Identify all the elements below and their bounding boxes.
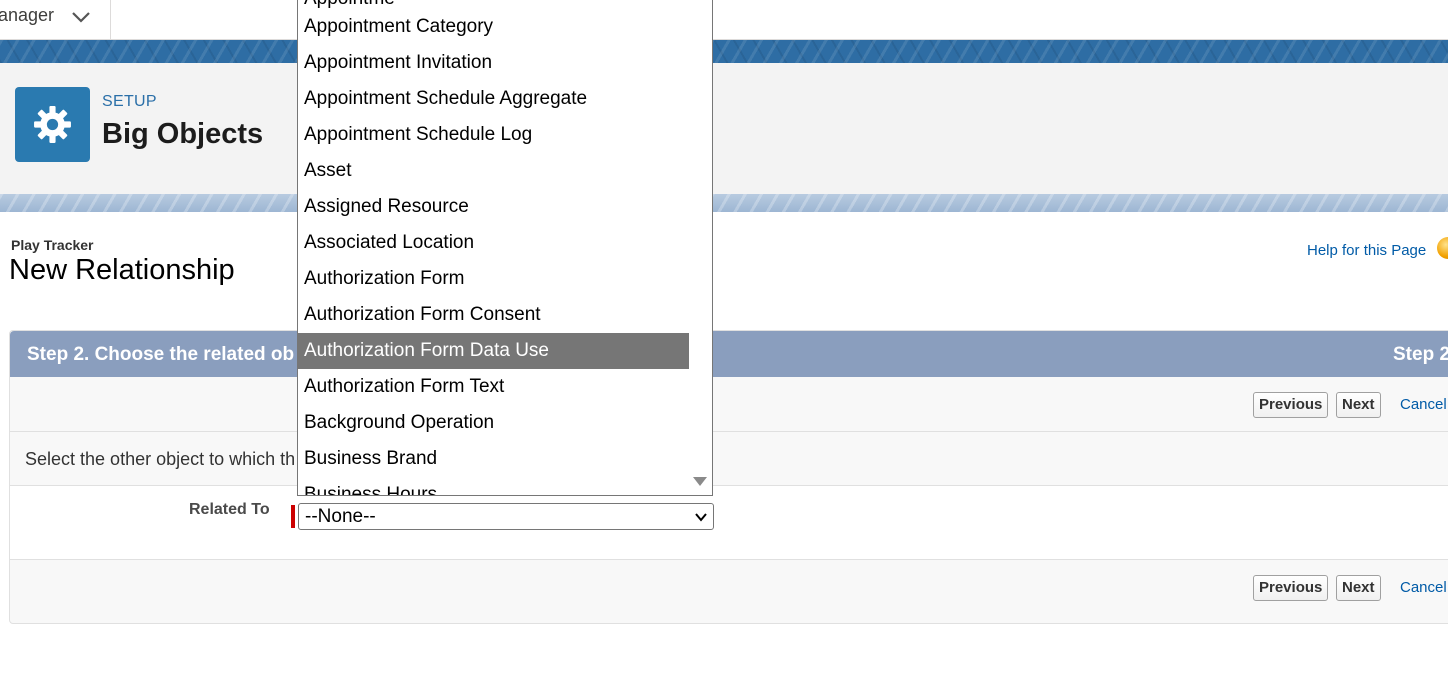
chevron-down-icon[interactable] <box>70 6 92 28</box>
top-nav: anager <box>0 0 1448 40</box>
cancel-link-bottom[interactable]: Cancel <box>1400 579 1447 596</box>
related-to-dropdown-list[interactable]: Appointme Appointment Category Appointme… <box>297 0 713 496</box>
select-value: --None-- <box>305 506 376 527</box>
dropdown-scrollbar[interactable] <box>689 0 712 495</box>
list-item[interactable]: Appointment Schedule Log <box>298 117 690 153</box>
related-to-row: Related To --None-- <box>10 486 1448 559</box>
list-item-highlighted[interactable]: Authorization Form Data Use <box>298 333 690 369</box>
wizard-panel: Step 2. Choose the related ob Step 2 Pre… <box>9 330 1448 624</box>
next-button[interactable]: Next <box>1336 392 1381 418</box>
header-band-bottom <box>0 194 1448 212</box>
required-indicator <box>291 505 295 528</box>
triangle-down-icon[interactable] <box>693 477 707 486</box>
step-title: Step 2. Choose the related ob <box>27 344 295 365</box>
app-launcher-tab[interactable]: anager <box>0 0 111 40</box>
related-to-select[interactable]: --None-- <box>298 503 714 530</box>
page-subtitle: Play Tracker <box>11 237 94 253</box>
instruction-text: Select the other object to which th <box>25 449 296 469</box>
list-item[interactable]: Associated Location <box>298 225 690 261</box>
list-item[interactable]: Business Hours <box>298 477 690 495</box>
app-name-label: anager <box>0 5 55 25</box>
instruction-row: Select the other object to which th <box>10 432 1448 486</box>
list-item[interactable]: Authorization Form <box>298 261 690 297</box>
list-item[interactable]: Assigned Resource <box>298 189 690 225</box>
setup-header: SETUP Big Objects <box>0 63 1448 194</box>
chevron-down-icon <box>695 513 707 522</box>
setup-label: SETUP <box>102 93 157 110</box>
cancel-link[interactable]: Cancel <box>1400 396 1447 413</box>
list-item[interactable]: Business Brand <box>298 441 690 477</box>
header-band-top <box>0 40 1448 63</box>
list-item[interactable]: Background Operation <box>298 405 690 441</box>
previous-button-bottom[interactable]: Previous <box>1253 575 1329 601</box>
gear-icon <box>15 87 90 162</box>
list-item[interactable]: Appointment Category <box>298 9 690 45</box>
list-item[interactable]: Appointment Invitation <box>298 45 690 81</box>
help-link[interactable]: Help for this Page <box>1307 242 1426 259</box>
list-item[interactable]: Appointment Schedule Aggregate <box>298 81 690 117</box>
setup-title: Big Objects <box>102 118 264 150</box>
list-item[interactable]: Authorization Form Text <box>298 369 690 405</box>
list-item[interactable]: Asset <box>298 153 690 189</box>
related-to-label: Related To <box>189 501 270 518</box>
page-title: New Relationship <box>9 254 235 286</box>
step-header: Step 2. Choose the related ob Step 2 <box>10 331 1448 377</box>
button-row-top: Previous Next Cancel <box>10 377 1448 432</box>
next-button-bottom[interactable]: Next <box>1336 575 1381 601</box>
help-icon[interactable] <box>1437 237 1448 259</box>
button-row-bottom: Previous Next Cancel <box>10 559 1448 623</box>
list-item[interactable]: Authorization Form Consent <box>298 297 690 333</box>
step-indicator: Step 2 <box>1393 344 1448 365</box>
previous-button[interactable]: Previous <box>1253 392 1329 418</box>
